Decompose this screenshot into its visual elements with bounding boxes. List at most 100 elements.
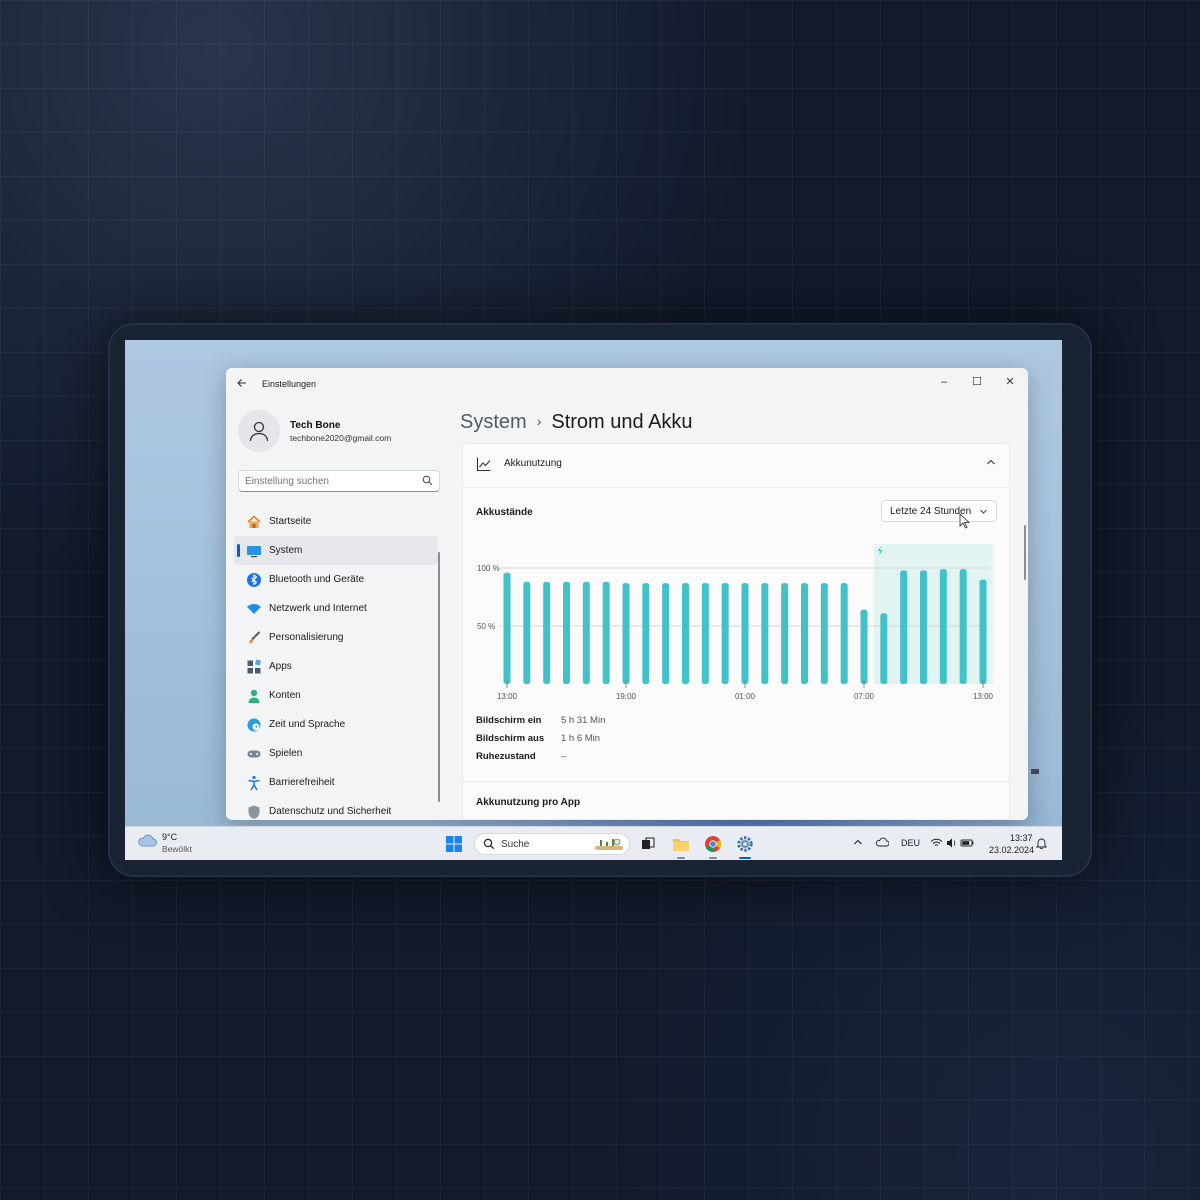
battery-bar xyxy=(840,583,848,684)
running-indicator xyxy=(677,857,685,859)
desktop-icon[interactable] xyxy=(1030,766,1040,778)
maximize-button[interactable]: ☐ xyxy=(962,372,992,392)
sidebar-item-label: Datenschutz und Sicherheit xyxy=(269,806,392,817)
battery-usage-card: Akkunutzung Akkustände Letzte 24 Stunden… xyxy=(462,443,1010,820)
main-content: System › Strom und Akku Akkunutzung Akkust… xyxy=(448,400,1028,820)
battery-bar xyxy=(761,583,769,684)
sidebar-item-datenschutz[interactable]: Datenschutz und Sicherheit xyxy=(234,797,438,820)
network-volume-battery[interactable] xyxy=(930,837,978,860)
sidebar-item-startseite[interactable]: Startseite xyxy=(234,507,438,536)
clock-date[interactable]: 23.02.2024 xyxy=(989,845,1034,855)
taskbar: 9°C Bewölkt Suche DEU 13:37 23.02.2024 xyxy=(125,826,1062,860)
task-view-icon xyxy=(642,837,655,849)
battery-bar xyxy=(543,581,551,684)
sidebar-item-zeit-sprache[interactable]: Zeit und Sprache xyxy=(234,710,438,739)
sidebar-item-netzwerk[interactable]: Netzwerk und Internet xyxy=(234,594,438,623)
wifi-volume-battery-icon xyxy=(930,838,974,848)
weather-desc: Bewölkt xyxy=(162,844,192,854)
x-tick-label: 01:00 xyxy=(735,692,756,701)
stat-value: 5 h 31 Min xyxy=(561,715,606,726)
windows-logo-icon xyxy=(446,836,462,852)
battery-usage-title: Akkunutzung xyxy=(504,458,562,469)
person-icon xyxy=(245,687,263,705)
battery-bar xyxy=(563,581,570,684)
clock-time[interactable]: 13:37 xyxy=(1010,833,1033,843)
settings-app-button[interactable] xyxy=(734,833,756,859)
notifications-button[interactable] xyxy=(1035,837,1048,860)
mouse-cursor-icon xyxy=(959,513,971,529)
stat-row: Bildschirm aus 1 h 6 Min xyxy=(476,733,776,751)
avatar[interactable] xyxy=(238,410,280,452)
chevron-up-icon[interactable] xyxy=(985,456,997,468)
search-input[interactable] xyxy=(245,474,415,488)
bell-icon xyxy=(1035,838,1048,850)
sidebar-item-label: Startseite xyxy=(269,516,312,527)
input-language[interactable]: DEU xyxy=(901,838,920,860)
taskbar-search[interactable]: Suche xyxy=(474,833,630,855)
app-title: Einstellungen xyxy=(262,379,317,389)
battery-bar xyxy=(979,579,987,684)
running-indicator xyxy=(709,857,717,859)
sidebar-item-label: Spielen xyxy=(269,748,303,759)
sidebar-item-system[interactable]: System xyxy=(234,536,438,565)
battery-bar xyxy=(820,583,828,684)
battery-bar xyxy=(622,583,630,684)
content-scrollbar[interactable] xyxy=(1024,525,1026,580)
sidebar-item-apps[interactable]: Apps xyxy=(234,652,438,681)
sidebar-scrollbar[interactable] xyxy=(438,552,440,802)
home-icon xyxy=(245,513,263,531)
monitor-icon xyxy=(245,542,263,560)
stat-label: Ruhezustand xyxy=(476,751,536,762)
chevron-up-icon xyxy=(854,839,862,845)
breadcrumb-parent[interactable]: System xyxy=(460,411,527,433)
minimize-button[interactable]: – xyxy=(929,372,959,392)
gear-icon xyxy=(737,836,753,852)
sidebar-item-konten[interactable]: Konten xyxy=(234,681,438,710)
close-button[interactable]: ✕ xyxy=(995,372,1025,392)
file-explorer-button[interactable] xyxy=(670,833,692,859)
back-button[interactable] xyxy=(236,377,250,391)
task-view-button[interactable] xyxy=(637,833,659,855)
accessibility-icon xyxy=(245,774,263,792)
battery-usage-header[interactable]: Akkunutzung xyxy=(463,444,1009,488)
settings-search[interactable] xyxy=(238,470,440,492)
sidebar-item-spielen[interactable]: Spielen xyxy=(234,739,438,768)
battery-bar xyxy=(602,581,610,684)
search-icon xyxy=(422,475,433,486)
y-tick-label: 100 % xyxy=(477,564,500,573)
weather-widget[interactable] xyxy=(137,833,157,852)
user-email: techbone2020@gmail.com xyxy=(290,433,392,443)
chrome-button[interactable] xyxy=(702,833,724,859)
sidebar-item-label: Zeit und Sprache xyxy=(269,719,346,730)
battery-levels-title: Akkustände xyxy=(476,507,533,518)
weather-temp: 9°C xyxy=(162,832,178,842)
breadcrumb: System › Strom und Akku xyxy=(460,411,693,434)
battery-bar xyxy=(801,583,808,684)
battery-bar xyxy=(642,583,650,684)
per-app-usage-title[interactable]: Akkunutzung pro App xyxy=(476,797,580,808)
stat-value: 1 h 6 Min xyxy=(561,733,601,744)
stat-row: Bildschirm ein 5 h 31 Min xyxy=(476,715,776,733)
start-button[interactable] xyxy=(445,835,463,858)
stat-label: Bildschirm aus xyxy=(476,733,545,744)
battery-bar xyxy=(582,581,590,684)
breadcrumb-separator: › xyxy=(536,413,542,429)
battery-bar xyxy=(900,570,908,684)
apps-icon xyxy=(245,658,263,676)
user-name: Tech Bone xyxy=(290,420,341,431)
line-chart-icon xyxy=(476,457,491,472)
y-tick-label: 50 % xyxy=(477,622,495,631)
x-tick-label: 19:00 xyxy=(616,692,637,701)
settings-window: Einstellungen – ☐ ✕ Tech Bone techbone20… xyxy=(226,368,1028,820)
show-hidden-icons-button[interactable] xyxy=(853,837,863,860)
sidebar-item-personalisierung[interactable]: Personalisierung xyxy=(234,623,438,652)
onedrive-button[interactable] xyxy=(875,837,890,860)
sidebar-item-barrierefreiheit[interactable]: Barrierefreiheit xyxy=(234,768,438,797)
search-icon xyxy=(483,838,495,850)
battery-bar xyxy=(860,609,868,684)
person-outline-icon xyxy=(249,421,269,442)
title-bar: Einstellungen – ☐ ✕ xyxy=(226,368,1028,400)
time-range-dropdown[interactable]: Letzte 24 Stunden xyxy=(881,500,997,522)
bluetooth-icon xyxy=(245,571,263,589)
sidebar-item-bluetooth[interactable]: Bluetooth und Geräte xyxy=(234,565,438,594)
